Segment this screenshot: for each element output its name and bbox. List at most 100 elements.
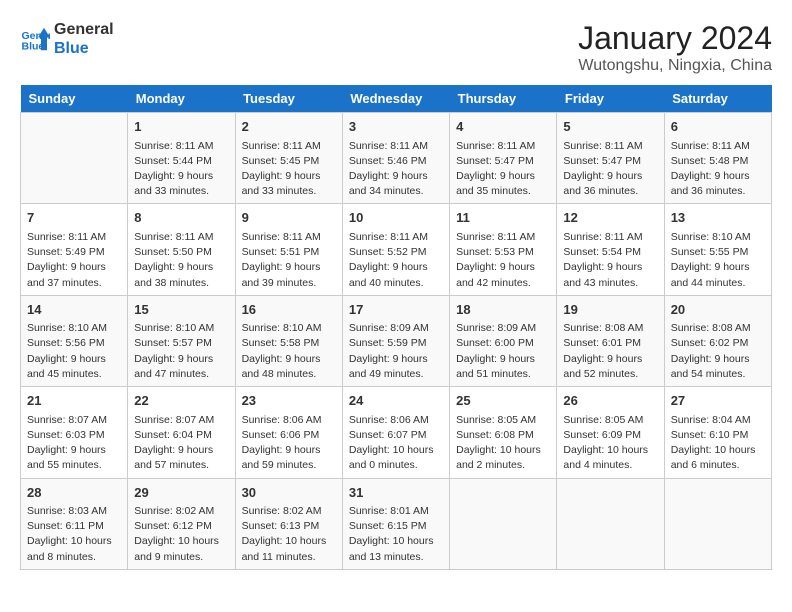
day-number: 2 <box>242 117 336 137</box>
calendar-cell: 17Sunrise: 8:09 AMSunset: 5:59 PMDayligh… <box>342 295 449 386</box>
calendar-cell: 30Sunrise: 8:02 AMSunset: 6:13 PMDayligh… <box>235 478 342 569</box>
calendar-cell: 5Sunrise: 8:11 AMSunset: 5:47 PMDaylight… <box>557 113 664 204</box>
calendar-cell: 20Sunrise: 8:08 AMSunset: 6:02 PMDayligh… <box>664 295 771 386</box>
day-number: 12 <box>563 208 657 228</box>
weekday-header-monday: Monday <box>128 85 235 113</box>
day-number: 7 <box>27 208 121 228</box>
calendar-cell: 15Sunrise: 8:10 AMSunset: 5:57 PMDayligh… <box>128 295 235 386</box>
day-info: Sunrise: 8:10 AMSunset: 5:55 PMDaylight:… <box>671 230 765 291</box>
calendar-cell: 14Sunrise: 8:10 AMSunset: 5:56 PMDayligh… <box>21 295 128 386</box>
calendar-cell: 7Sunrise: 8:11 AMSunset: 5:49 PMDaylight… <box>21 204 128 295</box>
calendar-cell: 2Sunrise: 8:11 AMSunset: 5:45 PMDaylight… <box>235 113 342 204</box>
calendar-cell: 16Sunrise: 8:10 AMSunset: 5:58 PMDayligh… <box>235 295 342 386</box>
day-number: 21 <box>27 391 121 411</box>
calendar-cell: 11Sunrise: 8:11 AMSunset: 5:53 PMDayligh… <box>450 204 557 295</box>
calendar-cell: 1Sunrise: 8:11 AMSunset: 5:44 PMDaylight… <box>128 113 235 204</box>
weekday-header-wednesday: Wednesday <box>342 85 449 113</box>
day-info: Sunrise: 8:07 AMSunset: 6:04 PMDaylight:… <box>134 413 228 474</box>
weekday-header-sunday: Sunday <box>21 85 128 113</box>
title-area: January 2024 Wutongshu, Ningxia, China <box>578 20 772 75</box>
header: General Blue General Blue January 2024 W… <box>20 20 772 75</box>
day-number: 25 <box>456 391 550 411</box>
day-info: Sunrise: 8:01 AMSunset: 6:15 PMDaylight:… <box>349 504 443 565</box>
day-info: Sunrise: 8:06 AMSunset: 6:06 PMDaylight:… <box>242 413 336 474</box>
day-info: Sunrise: 8:11 AMSunset: 5:53 PMDaylight:… <box>456 230 550 291</box>
day-info: Sunrise: 8:11 AMSunset: 5:48 PMDaylight:… <box>671 139 765 200</box>
calendar-cell: 29Sunrise: 8:02 AMSunset: 6:12 PMDayligh… <box>128 478 235 569</box>
day-number: 27 <box>671 391 765 411</box>
day-number: 10 <box>349 208 443 228</box>
day-info: Sunrise: 8:10 AMSunset: 5:58 PMDaylight:… <box>242 321 336 382</box>
day-info: Sunrise: 8:03 AMSunset: 6:11 PMDaylight:… <box>27 504 121 565</box>
day-info: Sunrise: 8:11 AMSunset: 5:49 PMDaylight:… <box>27 230 121 291</box>
day-number: 8 <box>134 208 228 228</box>
day-number: 22 <box>134 391 228 411</box>
month-title: January 2024 <box>578 20 772 57</box>
day-info: Sunrise: 8:11 AMSunset: 5:46 PMDaylight:… <box>349 139 443 200</box>
calendar-cell: 25Sunrise: 8:05 AMSunset: 6:08 PMDayligh… <box>450 387 557 478</box>
day-info: Sunrise: 8:11 AMSunset: 5:51 PMDaylight:… <box>242 230 336 291</box>
day-info: Sunrise: 8:11 AMSunset: 5:47 PMDaylight:… <box>563 139 657 200</box>
calendar-cell: 26Sunrise: 8:05 AMSunset: 6:09 PMDayligh… <box>557 387 664 478</box>
day-number: 15 <box>134 300 228 320</box>
day-info: Sunrise: 8:08 AMSunset: 6:02 PMDaylight:… <box>671 321 765 382</box>
day-info: Sunrise: 8:10 AMSunset: 5:56 PMDaylight:… <box>27 321 121 382</box>
day-info: Sunrise: 8:11 AMSunset: 5:44 PMDaylight:… <box>134 139 228 200</box>
day-number: 13 <box>671 208 765 228</box>
logo-general: General <box>54 20 114 39</box>
day-info: Sunrise: 8:05 AMSunset: 6:09 PMDaylight:… <box>563 413 657 474</box>
calendar-cell: 21Sunrise: 8:07 AMSunset: 6:03 PMDayligh… <box>21 387 128 478</box>
day-number: 5 <box>563 117 657 137</box>
day-info: Sunrise: 8:09 AMSunset: 5:59 PMDaylight:… <box>349 321 443 382</box>
calendar-cell: 23Sunrise: 8:06 AMSunset: 6:06 PMDayligh… <box>235 387 342 478</box>
calendar-cell <box>450 478 557 569</box>
weekday-header-saturday: Saturday <box>664 85 771 113</box>
day-info: Sunrise: 8:09 AMSunset: 6:00 PMDaylight:… <box>456 321 550 382</box>
day-number: 23 <box>242 391 336 411</box>
calendar-cell <box>557 478 664 569</box>
day-info: Sunrise: 8:11 AMSunset: 5:47 PMDaylight:… <box>456 139 550 200</box>
weekday-header-thursday: Thursday <box>450 85 557 113</box>
day-number: 19 <box>563 300 657 320</box>
logo: General Blue General Blue <box>20 20 114 58</box>
calendar-cell: 24Sunrise: 8:06 AMSunset: 6:07 PMDayligh… <box>342 387 449 478</box>
day-info: Sunrise: 8:08 AMSunset: 6:01 PMDaylight:… <box>563 321 657 382</box>
calendar-cell: 8Sunrise: 8:11 AMSunset: 5:50 PMDaylight… <box>128 204 235 295</box>
day-number: 6 <box>671 117 765 137</box>
day-number: 17 <box>349 300 443 320</box>
calendar-cell: 12Sunrise: 8:11 AMSunset: 5:54 PMDayligh… <box>557 204 664 295</box>
day-number: 29 <box>134 483 228 503</box>
calendar-cell: 9Sunrise: 8:11 AMSunset: 5:51 PMDaylight… <box>235 204 342 295</box>
weekday-header-tuesday: Tuesday <box>235 85 342 113</box>
day-number: 20 <box>671 300 765 320</box>
day-info: Sunrise: 8:11 AMSunset: 5:50 PMDaylight:… <box>134 230 228 291</box>
day-info: Sunrise: 8:02 AMSunset: 6:13 PMDaylight:… <box>242 504 336 565</box>
day-number: 30 <box>242 483 336 503</box>
weekday-header-friday: Friday <box>557 85 664 113</box>
logo-blue: Blue <box>54 39 114 58</box>
calendar-cell <box>21 113 128 204</box>
day-number: 31 <box>349 483 443 503</box>
day-number: 14 <box>27 300 121 320</box>
day-number: 18 <box>456 300 550 320</box>
day-info: Sunrise: 8:02 AMSunset: 6:12 PMDaylight:… <box>134 504 228 565</box>
day-number: 24 <box>349 391 443 411</box>
day-number: 16 <box>242 300 336 320</box>
day-info: Sunrise: 8:06 AMSunset: 6:07 PMDaylight:… <box>349 413 443 474</box>
day-info: Sunrise: 8:11 AMSunset: 5:54 PMDaylight:… <box>563 230 657 291</box>
calendar-cell: 28Sunrise: 8:03 AMSunset: 6:11 PMDayligh… <box>21 478 128 569</box>
day-number: 26 <box>563 391 657 411</box>
calendar-table: SundayMondayTuesdayWednesdayThursdayFrid… <box>20 85 772 570</box>
calendar-cell: 27Sunrise: 8:04 AMSunset: 6:10 PMDayligh… <box>664 387 771 478</box>
day-number: 1 <box>134 117 228 137</box>
day-number: 9 <box>242 208 336 228</box>
calendar-cell: 10Sunrise: 8:11 AMSunset: 5:52 PMDayligh… <box>342 204 449 295</box>
svg-text:Blue: Blue <box>22 41 45 53</box>
calendar-cell: 13Sunrise: 8:10 AMSunset: 5:55 PMDayligh… <box>664 204 771 295</box>
day-info: Sunrise: 8:10 AMSunset: 5:57 PMDaylight:… <box>134 321 228 382</box>
calendar-cell: 22Sunrise: 8:07 AMSunset: 6:04 PMDayligh… <box>128 387 235 478</box>
calendar-cell: 19Sunrise: 8:08 AMSunset: 6:01 PMDayligh… <box>557 295 664 386</box>
day-number: 4 <box>456 117 550 137</box>
day-info: Sunrise: 8:04 AMSunset: 6:10 PMDaylight:… <box>671 413 765 474</box>
calendar-cell <box>664 478 771 569</box>
